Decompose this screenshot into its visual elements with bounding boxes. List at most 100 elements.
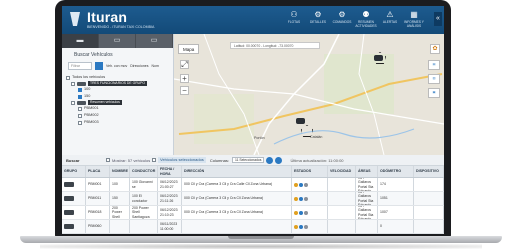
areas-cell: JS / Gallaros Portal Sta Eduardo [356, 192, 378, 205]
table-row[interactable]: PBM018 200 Power Shell 200 Power Shell San… [62, 206, 444, 220]
vehicle-marker[interactable] [374, 55, 383, 61]
traffic-icon[interactable]: ▥ [428, 74, 440, 84]
odometro-cell: 0 [378, 220, 414, 233]
tree-checkbox[interactable] [71, 81, 75, 86]
street-view-icon[interactable]: ▣ [428, 88, 440, 98]
odometro-cell: 1051 [378, 192, 414, 205]
column-header[interactable]: FECHA / HORA [158, 166, 182, 177]
vehicle-marker[interactable] [296, 118, 305, 124]
column-header[interactable]: ESTADOS [292, 166, 328, 177]
town-label: Catalán [310, 135, 323, 139]
column-header[interactable]: GRUPO [62, 166, 86, 177]
panel-title: Buscar Vehículos [74, 52, 113, 58]
areas-cell: JS / Gallaros Portal Sta Eduardo [356, 178, 378, 191]
tree-checkbox[interactable] [78, 113, 82, 118]
nav-item-informes[interactable]: ▦ INFORMES Y ANÁLISIS [402, 10, 426, 28]
tree-label: PBM001 [84, 106, 99, 110]
nav-label: DETALLES [309, 20, 327, 24]
tab-car-icon[interactable]: ▭ [99, 34, 136, 48]
vehicle-icon [77, 81, 86, 86]
column-header[interactable]: ODÓMETRO [378, 166, 414, 177]
column-header[interactable]: VELOCIDAD [328, 166, 356, 177]
conductor-cell [130, 220, 158, 233]
column-header[interactable]: ÁREAS [356, 166, 378, 177]
status-gps-icon [299, 196, 303, 201]
grid-toolbar: Buscar Mostrar: 57 vehículos Vehículos s… [62, 155, 444, 166]
vehicle-count: Mostrar: 57 vehículos [112, 157, 151, 163]
tree-checkbox[interactable] [78, 87, 82, 92]
show-all-checkbox[interactable] [106, 158, 110, 162]
filter-label-dir[interactable]: Direcciones [130, 64, 148, 68]
nav-item-detalles[interactable]: ⚙ DETALLES [306, 10, 330, 28]
zoom-out-icon[interactable]: − [180, 86, 189, 95]
grid-title: Buscar [66, 157, 80, 163]
refresh-icon[interactable] [266, 156, 274, 164]
nav-item-comandos[interactable]: ⚙ COMANDOS [330, 10, 354, 28]
tree-checkbox[interactable] [78, 120, 82, 125]
ituran-logo-icon [70, 12, 80, 26]
selected-filter[interactable]: Vehículos seleccionados [158, 157, 206, 163]
vehicle-icon [64, 224, 74, 229]
nav-item-flotas[interactable]: ⚇ FLOTAS [282, 10, 306, 28]
app-screen: Ituran BIENVENIDO - ITURAN TAXI COLOMBIA… [62, 6, 444, 234]
tab-list-icon[interactable]: ▭ [136, 34, 173, 48]
laptop-mockup: Ituran BIENVENIDO - ITURAN TAXI COLOMBIA… [0, 0, 522, 252]
tree-item[interactable]: 150 [66, 93, 173, 100]
column-header[interactable]: PLACA [86, 166, 110, 177]
nav-item-alertas[interactable]: ⚠ ALERTAS [378, 10, 402, 28]
filter-option[interactable] [95, 62, 103, 70]
column-header[interactable]: NOMBRE [110, 166, 130, 177]
tree-checkbox[interactable] [78, 106, 82, 111]
nombre-cell: 100 [110, 178, 130, 191]
town-label: Portón [254, 136, 265, 140]
tree-item[interactable]: PBM002 [66, 112, 173, 119]
nav-label: RESUMEN ACTIVIDADES [355, 20, 377, 28]
tree-label: TRES FUNCIONARIOS DE GRUPO [88, 81, 148, 86]
status-warning-icon [294, 224, 298, 229]
velocidad-cell [328, 192, 356, 205]
filter-label-nom[interactable]: Nom [152, 64, 159, 68]
dispositivo-cell [414, 178, 444, 191]
map-type-icon[interactable]: ▤ [428, 60, 440, 70]
filter-label-mov[interactable]: Veh. con mov [106, 64, 127, 68]
status-cell [292, 192, 328, 205]
laptop-notch [228, 236, 294, 239]
group-cell [62, 220, 86, 233]
fullscreen-icon[interactable]: ⤢ [180, 60, 189, 69]
status-warning-icon [294, 210, 298, 215]
report-icon: ▦ [410, 10, 418, 19]
direccion-cell: 000 Cll y Cra (Carrera 3 Cll y Cra Calle… [182, 178, 292, 191]
table-row[interactable]: PBM011 150 100 El conductor 06/12/2023 21:1… [62, 192, 444, 206]
collapse-icon[interactable]: « [434, 12, 442, 26]
column-header[interactable]: DISPOSITIVO [414, 166, 444, 177]
map-view[interactable]: Mapa Latitud: 00.00070 - Longitud: -73.0… [174, 34, 444, 155]
column-header[interactable]: CONDUCTOR [130, 166, 158, 177]
layers-icon[interactable]: ✿ [430, 44, 440, 54]
status-gps-icon [299, 182, 303, 187]
tree-item[interactable]: PBM001 [66, 105, 173, 112]
table-row[interactable]: PBM001 100 100 Giovanni se 06/12/2023 21:00… [62, 178, 444, 192]
table-row[interactable]: PBM060 06/11/2023 11:00:00 0 [62, 220, 444, 234]
columns-select[interactable]: 11 Seleccionados [231, 157, 265, 163]
filter-input[interactable]: Filtrar [68, 62, 92, 70]
tree-checkbox[interactable] [71, 100, 75, 105]
nav-item-resumen[interactable]: ⚉ RESUMEN ACTIVIDADES [354, 10, 378, 28]
grid-header: GRUPO PLACA NOMBRE CONDUCTOR FECHA / HORA DIR… [62, 166, 444, 178]
column-header[interactable]: DIRECCIÓN [182, 166, 292, 177]
status-cell [292, 220, 328, 233]
app-header: Ituran BIENVENIDO - ITURAN TAXI COLOMBIA… [62, 6, 444, 34]
tab-truck-icon[interactable]: ▬ [62, 34, 99, 48]
velocidad-cell [328, 220, 356, 233]
zoom-in-icon[interactable]: + [180, 74, 189, 83]
export-icon[interactable] [275, 156, 283, 164]
map-tab[interactable]: Mapa [178, 44, 200, 54]
tree-item[interactable]: PBM003 [66, 119, 173, 126]
filter-bar: Filtrar Veh. con mov Direcciones Nom [62, 58, 173, 70]
tree-checkbox[interactable] [66, 75, 70, 80]
placa-cell: PBM001 [86, 178, 110, 191]
tree-item[interactable]: Todos los vehículos [66, 74, 173, 81]
selected-checkbox[interactable] [152, 158, 156, 162]
tree-item[interactable]: 100 [66, 86, 173, 93]
group-cell [62, 178, 86, 191]
tree-checkbox[interactable] [78, 94, 82, 99]
